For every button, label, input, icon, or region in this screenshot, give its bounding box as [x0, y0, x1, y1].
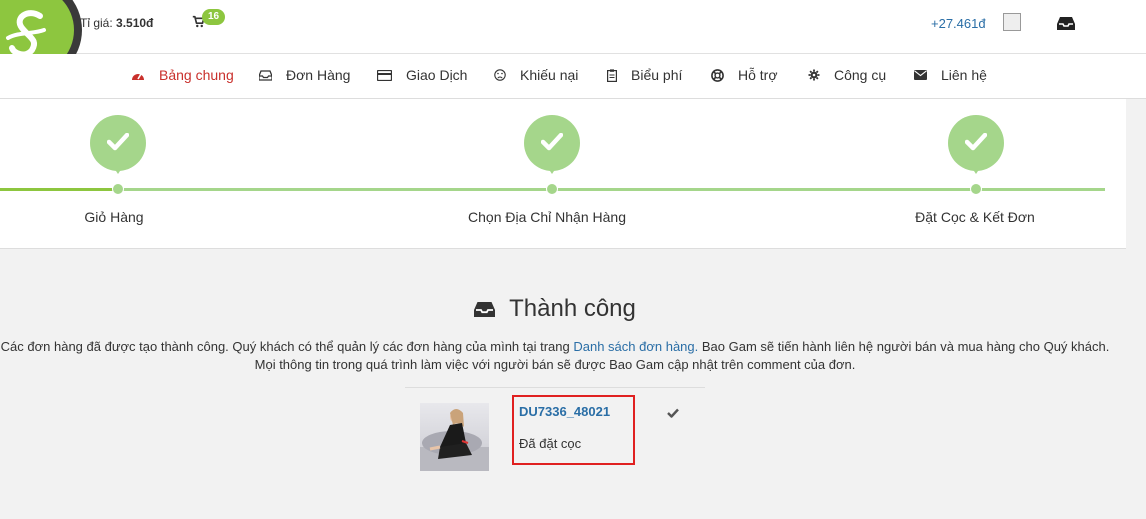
step-dot: [546, 183, 558, 195]
exchange-rate-value: 3.510đ: [116, 16, 154, 30]
nav-item-bang-chung[interactable]: Bảng chung: [131, 67, 234, 83]
nav-item-don-hang[interactable]: Đơn Hàng: [259, 67, 350, 83]
product-image[interactable]: [420, 403, 489, 471]
inbox-icon[interactable]: [1057, 16, 1075, 36]
success-message-line2: Mọi thông tin trong quá trình làm việc v…: [254, 357, 856, 372]
top-bar: Tỉ giá: 3.510đ 16 +27.461đ: [0, 0, 1146, 82]
nav-item-label: Công cụ: [834, 67, 887, 83]
nav-item-label: Liên hệ: [941, 67, 987, 83]
nav-item-label: Hỗ trợ: [738, 67, 778, 83]
check-icon: [524, 115, 580, 174]
progress-line: [118, 188, 1105, 191]
nav-item-ho-tro[interactable]: Hỗ trợ: [711, 67, 778, 83]
nav-item-lien-he[interactable]: Liên hệ: [914, 67, 987, 83]
order-code-link[interactable]: DU7336_48021: [519, 404, 610, 419]
inbox-icon: [474, 301, 496, 317]
nav-item-bieu-phi[interactable]: Biểu phí: [607, 67, 682, 83]
nav-item-label: Biểu phí: [631, 67, 683, 83]
step-label-cart: Giỏ Hàng: [84, 209, 144, 225]
step-label-address: Chọn Địa Chỉ Nhận Hàng: [468, 209, 626, 225]
clipboard-icon: [607, 68, 617, 82]
step-dot: [112, 183, 124, 195]
success-message-line1: Các đơn hàng đã được tạo thành công. Quý…: [0, 339, 1110, 354]
step-label-deposit: Đặt Cọc & Kết Đơn: [915, 209, 1035, 225]
nav-item-khieu-nai[interactable]: Khiếu nại: [494, 67, 578, 83]
message-text: Bao Gam sẽ tiến hành liên hệ người bán v…: [698, 339, 1110, 354]
check-icon: [667, 405, 679, 423]
check-icon: [90, 115, 146, 174]
frown-icon: [494, 69, 506, 81]
nav-item-label: Giao Dịch: [406, 67, 468, 83]
success-title-wrap: Thành công: [474, 295, 636, 323]
step-dot: [970, 183, 982, 195]
exchange-rate-label: Tỉ giá:: [80, 16, 117, 30]
dashboard-icon: [132, 73, 144, 80]
nav-item-cong-cu[interactable]: Công cụ: [808, 67, 886, 83]
progress-line: [0, 188, 118, 191]
nav-item-label: Bảng chung: [159, 67, 234, 83]
success-title: Thành công: [509, 295, 636, 322]
checkout-progress: Giỏ Hàng Chọn Địa Chỉ Nhận Hàng Đặt Cọc …: [0, 99, 1126, 249]
nav-item-label: Khiếu nại: [520, 67, 579, 83]
order-list-link[interactable]: Danh sách đơn hàng.: [573, 339, 698, 354]
gear-icon: [808, 69, 820, 81]
nav-item-giao-dich[interactable]: Giao Dịch: [377, 67, 467, 83]
message-text: Các đơn hàng đã được tạo thành công. Quý…: [0, 339, 574, 354]
main-nav: Bảng chung Đơn Hàng Giao Dịch Khiếu nại …: [0, 54, 1146, 99]
exchange-rate: Tỉ giá: 3.510đ: [80, 16, 153, 30]
success-header: Thành công: [0, 295, 1110, 323]
avatar[interactable]: [1003, 13, 1021, 31]
inbox-icon: [259, 69, 272, 81]
cart-count-badge[interactable]: 16: [202, 9, 226, 25]
check-icon: [948, 115, 1004, 174]
divider: [405, 387, 705, 388]
envelope-icon: [914, 70, 927, 80]
nav-item-label: Đơn Hàng: [286, 67, 351, 83]
account-balance[interactable]: +27.461đ: [931, 16, 986, 31]
life-ring-icon: [711, 68, 724, 82]
credit-card-icon: [377, 69, 392, 81]
order-status: Đã đặt cọc: [519, 436, 582, 451]
